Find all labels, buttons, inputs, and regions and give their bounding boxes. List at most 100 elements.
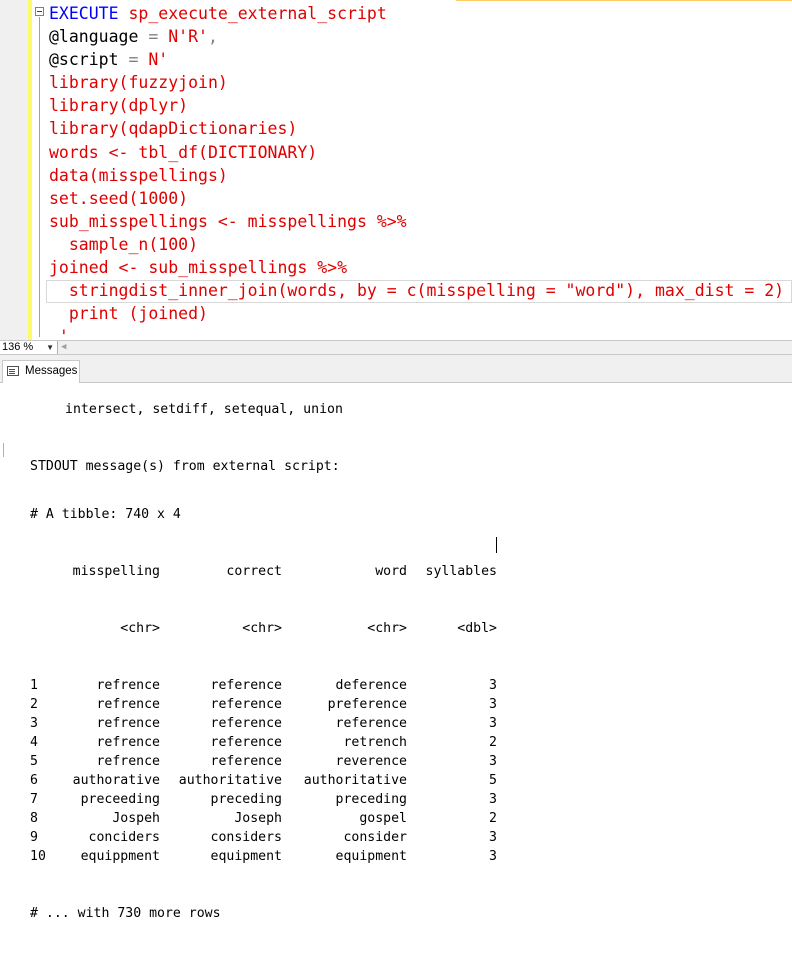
tab-messages[interactable]: Messages (2, 360, 80, 383)
editor-status-bar: 136 % ▼ ◀ (0, 340, 792, 355)
code-token: print (joined) (49, 304, 208, 324)
code-token: sub_misspellings <- misspellings %>% (49, 211, 407, 231)
table-row: 3 refrence reference reference 3 (30, 714, 530, 733)
code-line[interactable]: library(fuzzyjoin) (49, 71, 784, 94)
cell-correct: preceding (210, 792, 282, 807)
cell-misspelling: preceeding (80, 792, 160, 807)
outline-guide-line (39, 17, 40, 337)
zoom-value: 136 % (2, 341, 34, 353)
code-token: stringdist_inner_join(words, by = c(miss… (49, 281, 785, 301)
code-token: @script (49, 50, 119, 70)
cell-idx: 9 (30, 830, 38, 845)
cell-syllables: 2 (489, 811, 497, 826)
scroll-left-arrow-icon[interactable]: ◀ (61, 341, 66, 354)
cell-word: preference (327, 697, 407, 712)
code-line[interactable]: sample_n(100) (49, 233, 784, 256)
column-type: <chr> (120, 621, 160, 636)
code-token: ' (49, 327, 69, 340)
cell-misspelling: conciders (88, 830, 160, 845)
text-cursor (496, 537, 497, 553)
code-text[interactable]: EXECUTE sp_execute_external_script @langu… (49, 2, 784, 340)
column-header: misspelling (72, 564, 160, 579)
cell-misspelling: Jospeh (112, 811, 160, 826)
table-row: 8 Jospeh Joseph gospel 2 (30, 809, 530, 828)
code-token: data(misspellings) (49, 165, 228, 185)
cell-idx: 8 (30, 811, 38, 826)
tibble-header-line: # A tibble: 740 x 4 (30, 505, 530, 524)
table-row: 5 refrence reference reverence 3 (30, 752, 530, 771)
cell-word: authoritative (303, 773, 407, 788)
code-token: N' (148, 50, 169, 70)
tibble-title: # A tibble: 740 x 4 (30, 507, 181, 522)
cell-syllables: 2 (489, 735, 497, 750)
code-line[interactable]: EXECUTE sp_execute_external_script (49, 2, 784, 25)
cell-correct: authoritative (178, 773, 282, 788)
tab-messages-label: Messages (25, 365, 78, 377)
table-row: 9 conciders considers consider 3 (30, 828, 530, 847)
cell-idx: 10 (30, 849, 46, 864)
zoom-dropdown[interactable]: 136 % ▼ (0, 341, 58, 354)
table-row: 2 refrence reference preference 3 (30, 695, 530, 714)
cell-correct: reference (210, 697, 282, 712)
column-header: word (375, 564, 407, 579)
table-row: 10 equippment equipment equipment 3 (30, 847, 530, 866)
cell-correct: Joseph (234, 811, 282, 826)
code-line[interactable]: data(misspellings) (49, 164, 784, 187)
cell-correct: reference (210, 735, 282, 750)
chevron-down-icon[interactable]: ▼ (46, 341, 54, 354)
tibble-output: # A tibble: 740 x 4 misspelling correct … (30, 467, 530, 942)
code-line[interactable]: library(qdapDictionaries) (49, 117, 784, 140)
selection-margin (0, 0, 29, 340)
cell-syllables: 3 (489, 716, 497, 731)
cell-idx: 6 (30, 773, 38, 788)
code-line[interactable]: sub_misspellings <- misspellings %>% (49, 210, 784, 233)
cell-correct: reference (210, 716, 282, 731)
cell-idx: 2 (30, 697, 38, 712)
cell-syllables: 3 (489, 697, 497, 712)
column-type: <chr> (367, 621, 407, 636)
cell-word: retrench (343, 735, 407, 750)
column-header: syllables (425, 564, 497, 579)
cell-word: preceding (335, 792, 407, 807)
table-row: 6 authorative authoritative authoritative 5 (30, 771, 530, 790)
code-token: EXECUTE (49, 4, 119, 23)
column-header: correct (226, 564, 282, 579)
column-type: <chr> (242, 621, 282, 636)
cell-misspelling: refrence (96, 678, 160, 693)
cell-idx: 5 (30, 754, 38, 769)
cell-syllables: 5 (489, 773, 497, 788)
code-line[interactable]: joined <- sub_misspellings %>% (49, 256, 784, 279)
tibble-footer-line: # ... with 730 more rows (30, 904, 530, 923)
code-line[interactable]: @language = N'R', (49, 25, 784, 48)
code-line[interactable]: ' (49, 325, 784, 340)
code-line[interactable]: print (joined) (49, 302, 784, 325)
cell-syllables: 3 (489, 678, 497, 693)
code-line[interactable]: @script = N' (49, 48, 784, 71)
cell-idx: 1 (30, 678, 38, 693)
code-line[interactable]: words <- tbl_df(DICTIONARY) (49, 141, 784, 164)
query-editor[interactable]: EXECUTE sp_execute_external_script @langu… (0, 0, 792, 340)
cell-word: deference (335, 678, 407, 693)
cell-misspelling: equippment (80, 849, 160, 864)
code-line[interactable]: stringdist_inner_join(words, by = c(miss… (49, 279, 784, 302)
code-token: @language (49, 27, 139, 47)
cell-correct: reference (210, 754, 282, 769)
cell-idx: 4 (30, 735, 38, 750)
code-line[interactable]: set.seed(1000) (49, 187, 784, 210)
cell-idx: 3 (30, 716, 38, 731)
code-token: N'R' (168, 27, 208, 47)
code-token: = (118, 50, 149, 70)
cell-misspelling: refrence (96, 716, 160, 731)
cell-syllables: 3 (489, 830, 497, 845)
results-tab-strip: Messages (0, 355, 792, 383)
collapse-minus-icon[interactable] (35, 7, 44, 16)
table-row: 4 refrence reference retrench 2 (30, 733, 530, 752)
code-token: set.seed(1000) (49, 188, 189, 208)
messages-icon (7, 366, 19, 376)
cell-word: reference (335, 716, 407, 731)
cell-word: equipment (335, 849, 407, 864)
cell-misspelling: refrence (96, 697, 160, 712)
code-line[interactable]: library(dplyr) (49, 94, 784, 117)
column-header-row: misspelling correct word syllables (30, 562, 530, 581)
table-row: 1 refrence reference deference 3 (30, 676, 530, 695)
